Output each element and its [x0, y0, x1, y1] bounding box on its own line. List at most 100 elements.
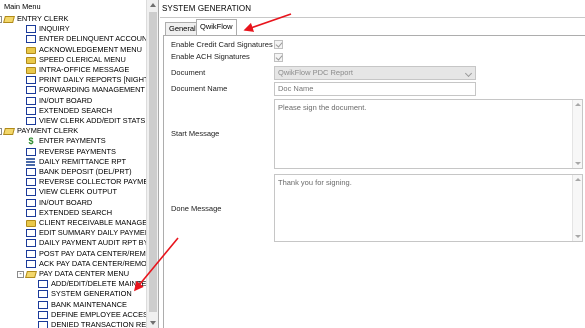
- tree-item-label: IN/OUT BOARD: [39, 95, 93, 105]
- tree-item-label: REVERSE COLLECTOR PAYMEN: [39, 177, 146, 187]
- folder-icon: [26, 56, 36, 64]
- tree-item-label: VIEW CLERK ADD/EDIT STATS: [39, 116, 146, 125]
- tree-item-label: EXTENDED SEARCH: [39, 207, 113, 217]
- form-icon: [26, 229, 36, 238]
- tree-item-label: DENIED TRANSACTION REP: [51, 320, 146, 328]
- tree-item-label: BANK DEPOSIT (DEL/PRT): [39, 167, 132, 176]
- done-message-label: Done Message: [171, 204, 222, 213]
- tree-scrollbar[interactable]: [146, 0, 158, 328]
- folder-icon: [26, 66, 36, 74]
- collapse-toggle-icon[interactable]: -: [17, 271, 24, 278]
- tree-item-label: BANK MAINTENANCE: [51, 299, 127, 309]
- tree-item-label: VIEW CLERK OUTPUT: [39, 187, 118, 197]
- tree-item-label: FORWARDING MANAGEMENT: [39, 85, 145, 95]
- enable-cc-signatures-label: Enable Credit Card Signatures: [171, 40, 273, 49]
- collapse-toggle-icon[interactable]: -: [0, 128, 2, 136]
- tree-item-label: PAY DATA CENTER MENU: [39, 269, 130, 278]
- tree-item-label: ACKNOWLEDGEMENT MENU: [39, 44, 142, 54]
- document-name-placeholder: Doc Name: [278, 84, 314, 93]
- form-icon: [26, 76, 36, 85]
- collapse-toggle-icon[interactable]: -: [0, 16, 2, 23]
- folder-icon: [26, 219, 36, 227]
- window-title: SYSTEM GENERATION: [162, 4, 252, 13]
- scroll-down-icon[interactable]: [150, 321, 156, 325]
- form-icon: [26, 106, 36, 115]
- form-icon: [38, 280, 48, 289]
- done-message-text: Thank you for signing.: [278, 178, 352, 187]
- form-icon: [26, 25, 36, 34]
- tree-item-label: EDIT SUMMARY DAILY PAYMEN: [39, 228, 146, 238]
- scroll-up-icon[interactable]: [150, 3, 156, 7]
- menu-icon: [26, 157, 36, 167]
- tree-item-label: SYSTEM GENERATION: [51, 289, 132, 299]
- tree-item-label: DEFINE EMPLOYEE ACCESS: [51, 309, 146, 319]
- start-message-text: Please sign the document.: [278, 103, 367, 112]
- tree-item-label: SPEED CLERICAL MENU: [39, 54, 126, 64]
- tree-item-label: DAILY PAYMENT AUDIT RPT BY: [39, 238, 146, 248]
- scroll-up-icon[interactable]: [575, 178, 581, 181]
- form-icon: [26, 188, 36, 197]
- start-message-textarea[interactable]: Please sign the document.: [274, 99, 583, 169]
- tree-item-label: ADD/EDIT/DELETE MAINTEN: [51, 279, 146, 289]
- form-icon: [26, 259, 36, 268]
- chevron-down-icon: [464, 69, 473, 78]
- menu-tree-panel: Main Menu - ENTRY CLERKINQUIRYENTER DELIN…: [0, 0, 159, 328]
- enable-cc-signatures-checkbox[interactable]: [274, 40, 283, 49]
- tree-item-label: PRINT DAILY REPORTS [NIGHT: [39, 75, 146, 85]
- form-icon: [26, 239, 36, 248]
- tree-item-label: INQUIRY: [39, 24, 70, 34]
- qwikflow-panel: Enable Credit Card Signatures Enable ACH…: [163, 35, 585, 328]
- tree-item-label: EXTENDED SEARCH: [39, 105, 113, 115]
- form-icon: [26, 249, 36, 258]
- start-message-label: Start Message: [171, 129, 220, 138]
- enable-ach-signatures-label: Enable ACH Signatures: [171, 52, 250, 61]
- tree-item-label: IN/OUT BOARD: [39, 197, 93, 207]
- form-icon: [26, 178, 36, 187]
- form-icon: [26, 86, 36, 95]
- form-icon: [26, 147, 36, 156]
- folder-open-icon: [3, 15, 15, 23]
- done-message-scrollbar[interactable]: [572, 175, 582, 241]
- document-name-input[interactable]: Doc Name: [274, 82, 476, 96]
- form-icon: [26, 168, 36, 176]
- scroll-up-icon[interactable]: [575, 103, 581, 106]
- tree-item-label: ACK PAY DATA CENTER/REMOT: [39, 258, 146, 268]
- form-icon: [26, 35, 36, 44]
- form-icon: [38, 290, 48, 299]
- tab-general[interactable]: General: [165, 22, 200, 35]
- folder-open-icon: [3, 127, 15, 136]
- tab-qwikflow[interactable]: QwikFlow: [196, 19, 237, 35]
- tree-root-label: Main Menu: [4, 2, 41, 11]
- enable-ach-signatures-checkbox[interactable]: [274, 53, 283, 62]
- document-name-label: Document Name: [171, 84, 228, 93]
- tree-item-label: PAYMENT CLERK: [17, 126, 79, 136]
- form-icon: [26, 198, 36, 207]
- scroll-down-icon[interactable]: [575, 235, 581, 238]
- tree-item-label: ENTER DELINQUENT ACCOUNT: [39, 34, 146, 44]
- tree-item-label: ENTRY CLERK: [17, 14, 69, 23]
- form-icon: [38, 310, 48, 319]
- tree-item-label: ENTER PAYMENTS: [39, 136, 106, 146]
- scroll-down-icon[interactable]: [575, 162, 581, 165]
- form-icon: [38, 300, 48, 309]
- tree-item-label: DAILY REMITTANCE RPT: [39, 156, 127, 166]
- done-message-textarea[interactable]: Thank you for signing.: [274, 174, 583, 242]
- tree-item-label: REVERSE PAYMENTS: [39, 146, 116, 156]
- tree-item-label: POST PAY DATA CENTER/REMO: [39, 248, 146, 258]
- tree-item-label: CLIENT RECEIVABLE MANAGEM: [39, 218, 146, 227]
- start-message-scrollbar[interactable]: [572, 100, 582, 168]
- folder-open-icon: [25, 270, 37, 278]
- tree-item-label: INTRA-OFFICE MESSAGE: [39, 65, 130, 74]
- menu-tree: Main Menu - ENTRY CLERKINQUIRYENTER DELIN…: [0, 0, 146, 328]
- form-icon: [26, 208, 36, 217]
- folder-icon: [26, 46, 36, 54]
- form-icon: [26, 96, 36, 105]
- money-icon: $: [28, 136, 34, 147]
- document-label: Document: [171, 68, 206, 77]
- form-icon: [26, 117, 36, 125]
- form-icon: [38, 321, 48, 328]
- document-select[interactable]: QwikFlow PDC Report: [274, 66, 476, 80]
- document-select-value: QwikFlow PDC Report: [278, 68, 354, 77]
- scroll-thumb[interactable]: [149, 12, 157, 312]
- tab-strip: General QwikFlow: [163, 19, 583, 35]
